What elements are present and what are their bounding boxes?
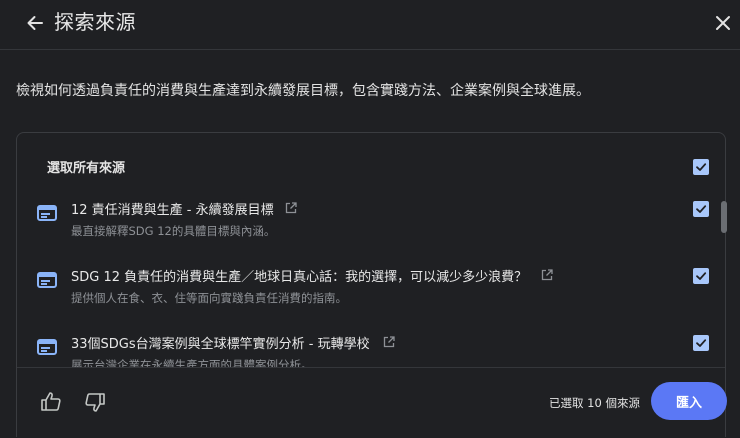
- dialog-header: 探索來源: [0, 0, 740, 50]
- scrollbar-thumb[interactable]: [721, 201, 727, 233]
- source-checkbox[interactable]: [693, 268, 709, 284]
- open-in-new-icon[interactable]: [285, 202, 297, 214]
- source-checkbox[interactable]: [693, 201, 709, 217]
- source-subtitle: 展示台灣企業在永續生產方面的具體案例分析。: [71, 358, 313, 367]
- source-item[interactable]: SDG 12 負責任的消費與生產／地球日真心話：我的選擇，可以減少多少浪費？ 提…: [17, 252, 717, 322]
- web-page-icon: [37, 272, 57, 288]
- web-page-icon: [37, 339, 57, 355]
- web-page-icon: [37, 205, 57, 221]
- select-all-checkbox[interactable]: [693, 159, 709, 175]
- source-title[interactable]: 12 責任消費與生產 - 永續發展目標: [71, 199, 274, 218]
- checkmark-icon: [696, 205, 707, 213]
- thumb-up-icon[interactable]: [39, 390, 63, 414]
- checkmark-icon: [696, 163, 707, 171]
- import-button[interactable]: 匯入: [651, 382, 727, 420]
- checkmark-icon: [696, 339, 707, 347]
- open-in-new-icon[interactable]: [541, 269, 553, 281]
- source-item[interactable]: 33個SDGs台灣案例與全球標竿實例分析 - 玩轉學校 展示台灣企業在永續生產方…: [17, 319, 717, 367]
- sources-panel: 選取所有來源 12 責任消費與生產 - 永續發展目標 最直接解釋SDG 12的具…: [16, 132, 727, 438]
- checkmark-icon: [696, 272, 707, 280]
- dialog-title: 探索來源: [54, 10, 136, 34]
- source-checkbox[interactable]: [693, 335, 709, 351]
- source-subtitle: 提供個人在食、衣、住等面向實踐負責任消費的指南。: [71, 291, 347, 305]
- back-button[interactable]: [22, 10, 48, 36]
- source-subtitle: 最直接解釋SDG 12的具體目標與內涵。: [71, 224, 276, 238]
- selected-count: 已選取 10 個來源: [549, 396, 640, 410]
- thumb-down-icon[interactable]: [83, 390, 107, 414]
- select-all-label: 選取所有來源: [47, 161, 126, 176]
- close-button[interactable]: [710, 10, 736, 36]
- source-title[interactable]: 33個SDGs台灣案例與全球標竿實例分析 - 玩轉學校: [71, 333, 370, 352]
- arrow-back-icon: [27, 16, 43, 30]
- open-in-new-icon[interactable]: [383, 336, 395, 348]
- close-icon: [716, 16, 730, 30]
- dialog-footer: 已選取 10 個來源 匯入: [17, 367, 727, 438]
- topic-description: 檢視如何透過負責任的消費與生產達到永續發展目標，包含實踐方法、企業案例與全球進展…: [16, 83, 590, 99]
- source-item[interactable]: 12 責任消費與生產 - 永續發展目標 最直接解釋SDG 12的具體目標與內涵。: [17, 185, 717, 255]
- source-title[interactable]: SDG 12 負責任的消費與生產／地球日真心話：我的選擇，可以減少多少浪費？: [71, 266, 527, 285]
- source-list[interactable]: 12 責任消費與生產 - 永續發展目標 最直接解釋SDG 12的具體目標與內涵。…: [17, 185, 717, 367]
